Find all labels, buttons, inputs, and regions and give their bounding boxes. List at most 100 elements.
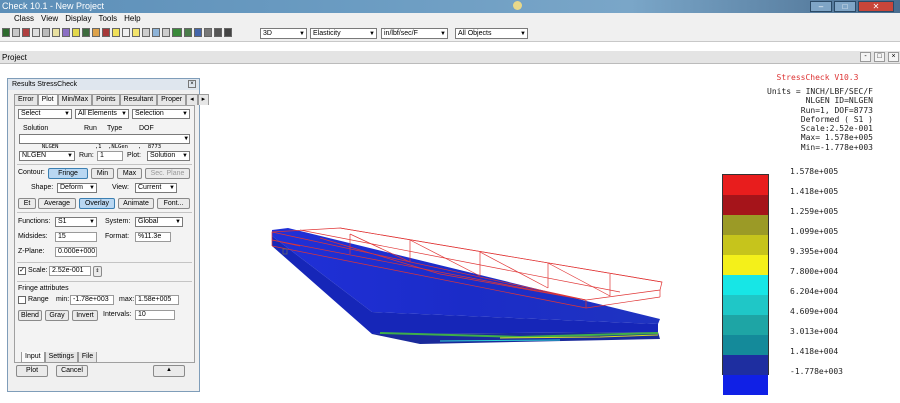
midsides-field[interactable]: 15	[55, 232, 97, 242]
tab-error[interactable]: Error	[14, 94, 38, 105]
format-field[interactable]: %11.3e	[135, 232, 171, 242]
menu-view[interactable]: View	[41, 13, 58, 25]
solution-row[interactable]: NLGEN ,1 ,NLGen , 8773 ▼	[19, 134, 190, 150]
project-window-bar: Project - □ ×	[0, 51, 900, 64]
min-field[interactable]: -1.78e+003	[70, 295, 114, 305]
minimize-button[interactable]: –	[810, 1, 832, 12]
menu-help[interactable]: Help	[124, 13, 140, 25]
project-maximize-button[interactable]: □	[874, 52, 885, 62]
tab-points[interactable]: Points	[92, 94, 120, 105]
intervals-field[interactable]: 10	[135, 310, 175, 320]
gray-button[interactable]: Gray	[45, 310, 69, 321]
blend-button[interactable]: Blend	[18, 310, 42, 321]
divider	[17, 164, 192, 165]
invert-button[interactable]: Invert	[72, 310, 98, 321]
tab-minmax[interactable]: Min/Max	[57, 94, 93, 105]
range-checkbox[interactable]	[18, 296, 26, 304]
tab-settings[interactable]: Settings	[44, 352, 78, 363]
menu-class[interactable]: Class	[14, 13, 34, 25]
new-icon[interactable]	[52, 28, 60, 37]
zoom-icon[interactable]	[122, 28, 130, 37]
tab-scroll-left-icon[interactable]: ◂	[186, 94, 198, 105]
mesh-icon[interactable]	[62, 28, 70, 37]
units-select[interactable]: in/lbf/sec/F ▼	[381, 28, 448, 39]
tab-resultant[interactable]: Resultant	[119, 94, 158, 105]
legend-value: -1.778e+003	[790, 367, 843, 376]
project-minimize-button[interactable]: -	[860, 52, 871, 62]
shape-dropdown[interactable]: Deform ▼	[57, 183, 97, 193]
tab-file[interactable]: File	[77, 352, 98, 363]
pan-icon[interactable]	[162, 28, 170, 37]
functions-dropdown[interactable]: S1 ▼	[55, 217, 97, 227]
functions-label: Functions:	[18, 218, 51, 225]
tab-input[interactable]: Input	[21, 352, 45, 363]
sec-plane-button[interactable]: Sec. Plane	[145, 168, 190, 179]
help-icon[interactable]	[112, 28, 120, 37]
font-button[interactable]: Font...	[157, 198, 190, 209]
panel-bottom-tabs: Input Settings File	[21, 352, 98, 363]
view-dropdown[interactable]: Current ▼	[135, 183, 177, 193]
divider	[17, 212, 192, 213]
results-icon[interactable]	[82, 28, 90, 37]
copy-icon[interactable]	[32, 28, 40, 37]
selection-dropdown[interactable]: Selection ▼	[132, 109, 190, 119]
animate-button[interactable]: Animate	[118, 198, 154, 209]
scale-field[interactable]: 2.52e-001	[49, 266, 91, 276]
et-button[interactable]: Et	[18, 198, 36, 209]
report-icon[interactable]	[92, 28, 100, 37]
max-button[interactable]: Max	[117, 168, 142, 179]
menu-display[interactable]: Display	[65, 13, 91, 25]
scale-spinner[interactable]: ⇕	[93, 266, 102, 277]
solution-id-dropdown[interactable]: NLGEN ▼	[19, 151, 75, 161]
select-mode-dropdown[interactable]: Select ▼	[18, 109, 72, 119]
axis-icon[interactable]	[172, 28, 182, 37]
menu-tools[interactable]: Tools	[98, 13, 117, 25]
camera-icon[interactable]	[224, 28, 232, 37]
plot-button[interactable]: Plot	[16, 365, 48, 377]
average-button[interactable]: Average	[38, 198, 76, 209]
panel-close-icon[interactable]: ×	[188, 80, 196, 88]
solution-header: Solution	[23, 125, 49, 132]
view-select[interactable]: 3D ▼	[260, 28, 307, 39]
legend-swatch	[723, 215, 768, 235]
close-button[interactable]: ✕	[858, 1, 894, 12]
paste-icon[interactable]	[42, 28, 50, 37]
constraint-icon[interactable]	[214, 28, 222, 37]
chevron-down-icon: ▼	[182, 111, 188, 117]
save-icon[interactable]	[2, 28, 10, 37]
objects-select[interactable]: All Objects ▼	[455, 28, 528, 39]
tab-scroll-right-icon[interactable]: ▸	[197, 94, 210, 105]
load-icon[interactable]	[204, 28, 212, 37]
plot-type-dropdown[interactable]: Solution ▼	[147, 151, 190, 161]
chevron-down-icon: ▼	[440, 31, 446, 37]
run-field[interactable]: 1	[97, 151, 123, 161]
open-icon[interactable]	[12, 28, 20, 37]
max-field[interactable]: 1.58e+005	[135, 295, 179, 305]
solve-icon[interactable]	[72, 28, 80, 37]
tab-plot[interactable]: Plot	[37, 94, 58, 105]
cancel-button[interactable]: Cancel	[56, 365, 88, 377]
shape-value: Deform	[60, 184, 83, 191]
plot-icon[interactable]	[102, 28, 110, 37]
print-icon[interactable]	[22, 28, 30, 37]
element-set-dropdown[interactable]: All Elements ▼	[75, 109, 129, 119]
dim-icon[interactable]	[184, 28, 192, 37]
project-close-button[interactable]: ×	[888, 52, 899, 62]
fringe-button[interactable]: Fringe	[48, 168, 88, 179]
chart-icon[interactable]	[194, 28, 202, 37]
rotate-icon[interactable]	[152, 28, 160, 37]
scale-checkbox[interactable]: ✓	[18, 267, 26, 275]
material-select[interactable]: Elasticity ▼	[310, 28, 377, 39]
overlay-button[interactable]: Overlay	[79, 198, 115, 209]
system-dropdown[interactable]: Global ▼	[135, 217, 183, 227]
legend-swatch	[723, 195, 768, 215]
bulb-icon[interactable]	[132, 28, 140, 37]
zplane-field[interactable]: 0.000e+000	[55, 247, 97, 257]
collapse-up-icon[interactable]: ▲	[153, 365, 185, 377]
chevron-down-icon: ▼	[89, 185, 95, 191]
shape-icon[interactable]	[142, 28, 150, 37]
tab-properties[interactable]: Proper	[157, 94, 187, 105]
maximize-button[interactable]: □	[834, 1, 856, 12]
legend-swatch	[723, 315, 768, 335]
min-button[interactable]: Min	[91, 168, 114, 179]
